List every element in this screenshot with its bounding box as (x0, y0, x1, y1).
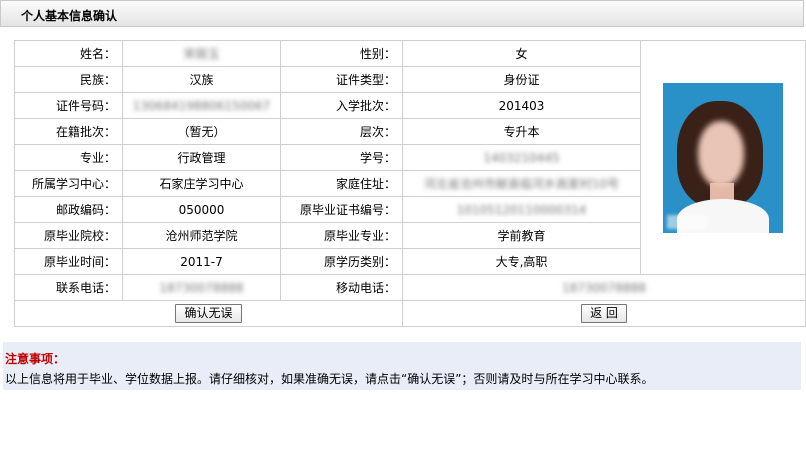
name-value: 宋丽玉 (183, 47, 220, 61)
confirm-cell: 确认无误 (14, 300, 403, 327)
value-admission-batch: 201403 (402, 92, 641, 119)
value-ethnicity: 汉族 (122, 66, 281, 93)
label-center: 所属学习中心： (14, 170, 123, 197)
value-prev-cert-no: 10105120110000314 (402, 196, 641, 223)
mobile-value: 18730078888 (562, 280, 646, 295)
label-current-batch: 在籍批次： (14, 118, 123, 145)
label-phone: 联系电话： (14, 274, 123, 301)
value-postcode: 050000 (122, 196, 281, 223)
id-number-value: 130684198806150067 (132, 98, 271, 113)
title-bar: 个人基本信息确认 (0, 0, 804, 27)
page-title: 个人基本信息确认 (21, 9, 118, 23)
photo-cell (640, 40, 806, 275)
student-no-value: 1403210445 (483, 150, 560, 165)
label-mobile: 移动电话： (280, 274, 403, 301)
photo-stamp (667, 214, 707, 229)
value-phone: 18730078888 (122, 274, 281, 301)
value-current-batch: （暂无） (122, 118, 281, 145)
label-prev-major: 原毕业专业： (280, 222, 403, 249)
value-center: 石家庄学习中心 (122, 170, 281, 197)
student-photo (663, 82, 783, 233)
label-name: 姓名： (14, 40, 123, 67)
button-row: 确认无误 返 回 (14, 300, 806, 327)
back-cell: 返 回 (402, 300, 806, 327)
value-level: 专升本 (402, 118, 641, 145)
value-prev-major: 学前教育 (402, 222, 641, 249)
label-major: 专业： (14, 144, 123, 171)
label-ethnicity: 民族： (14, 66, 123, 93)
table-row: 联系电话： 18730078888 移动电话： 18730078888 (14, 274, 806, 301)
confirm-button[interactable]: 确认无误 (175, 304, 242, 323)
info-table: 姓名： 宋丽玉 性别： 女 民族： 汉族 证件类型： 身份证 证件号码： 130… (14, 40, 806, 327)
label-level: 层次： (280, 118, 403, 145)
label-admission-batch: 入学批次： (280, 92, 403, 119)
label-student-no: 学号： (280, 144, 403, 171)
value-id-number: 130684198806150067 (122, 92, 281, 119)
label-prev-cert-no: 原毕业证书编号： (280, 196, 403, 223)
label-gender: 性别： (280, 40, 403, 67)
value-prev-school: 沧州师范学院 (122, 222, 281, 249)
label-postcode: 邮政编码： (14, 196, 123, 223)
notice-text: 以上信息将用于毕业、学位数据上报。请仔细核对，如果准确无误，请点击“确认无误”；… (5, 372, 654, 386)
table-row: 姓名： 宋丽玉 性别： 女 (14, 40, 806, 275)
label-address: 家庭住址： (280, 170, 403, 197)
value-name: 宋丽玉 (122, 40, 281, 67)
value-grad-time: 2011-7 (122, 248, 281, 275)
value-major: 行政管理 (122, 144, 281, 171)
phone-value: 18730078888 (159, 280, 244, 295)
notice-heading: 注意事项： (5, 352, 66, 366)
label-grad-time: 原毕业时间： (14, 248, 123, 275)
value-prev-edu-type: 大专,高职 (402, 248, 641, 275)
value-id-type: 身份证 (402, 66, 641, 93)
value-address: 河北省沧州市献县临河乡高家村10号 (402, 170, 641, 197)
label-prev-school: 原毕业院校： (14, 222, 123, 249)
back-button[interactable]: 返 回 (581, 304, 627, 323)
value-gender: 女 (402, 40, 641, 67)
prev-cert-no-value: 10105120110000314 (456, 202, 587, 217)
notice-box: 注意事项： 以上信息将用于毕业、学位数据上报。请仔细核对，如果准确无误，请点击“… (3, 342, 801, 390)
value-student-no: 1403210445 (402, 144, 641, 171)
value-mobile: 18730078888 (402, 274, 806, 301)
address-value: 河北省沧州市献县临河乡高家村10号 (423, 177, 620, 191)
label-id-number: 证件号码： (14, 92, 123, 119)
label-prev-edu-type: 原学历类别： (280, 248, 403, 275)
label-id-type: 证件类型： (280, 66, 403, 93)
photo-face (698, 120, 744, 187)
